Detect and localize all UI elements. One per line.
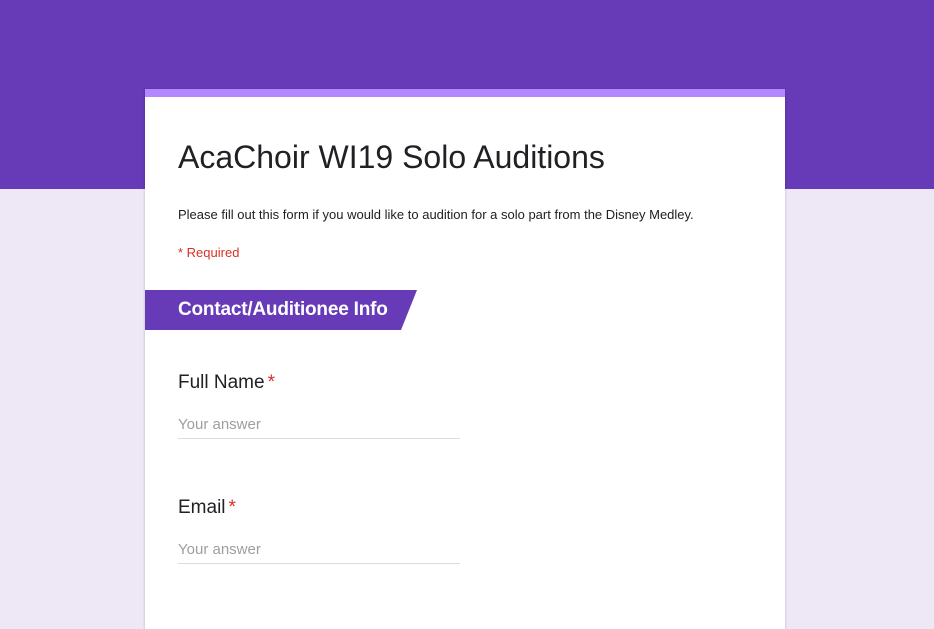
question-label-text: Email bbox=[178, 497, 226, 518]
question-label: Full Name * bbox=[178, 372, 460, 394]
section-header: Contact/Auditionee Info bbox=[145, 290, 417, 330]
required-asterisk: * bbox=[228, 497, 236, 518]
form-description: Please fill out this form if you would l… bbox=[178, 207, 694, 222]
form-title: AcaChoir WI19 Solo Auditions bbox=[178, 139, 605, 175]
form-card: AcaChoir WI19 Solo Auditions Please fill… bbox=[145, 89, 785, 629]
question-label-text: Full Name bbox=[178, 372, 265, 393]
required-note: * Required bbox=[178, 245, 240, 260]
email-input[interactable] bbox=[178, 536, 460, 564]
required-asterisk: * bbox=[267, 372, 275, 393]
full-name-input[interactable] bbox=[178, 411, 460, 439]
section-title: Contact/Auditionee Info bbox=[178, 299, 388, 320]
question-label: Email * bbox=[178, 497, 460, 519]
question-full-name: Full Name * bbox=[178, 372, 460, 439]
question-email: Email * bbox=[178, 497, 460, 564]
